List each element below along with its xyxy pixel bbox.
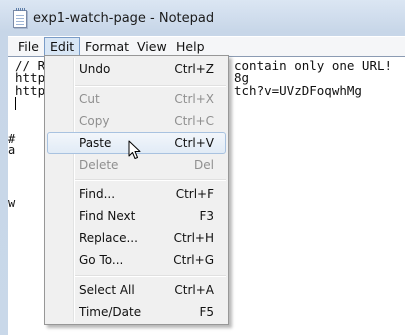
menu-item-label: Undo xyxy=(79,62,111,76)
menu-separator xyxy=(75,275,226,277)
menu-item-shortcut: F5 xyxy=(199,305,214,319)
menu-item-shortcut: Ctrl+H xyxy=(173,231,214,245)
text-line-3-prefix: http xyxy=(15,83,46,98)
menu-item-label: Cut xyxy=(79,92,100,106)
menu-item-shortcut: Ctrl+F xyxy=(175,187,214,201)
menu-item-shortcut: F3 xyxy=(199,209,214,223)
notepad-icon[interactable] xyxy=(13,8,27,28)
menu-item-select-all[interactable]: Select All Ctrl+A xyxy=(47,279,226,301)
menu-item-cut[interactable]: Cut Ctrl+X xyxy=(47,88,226,110)
text-caret xyxy=(15,97,16,110)
menu-separator xyxy=(75,179,226,181)
menu-view[interactable]: View xyxy=(131,37,173,57)
menu-item-label: Find... xyxy=(79,187,116,201)
edit-menu-dropdown: Undo Ctrl+Z Cut Ctrl+X Copy Ctrl+C Paste… xyxy=(44,55,229,325)
menu-item-shortcut: Ctrl+G xyxy=(173,253,214,267)
title-bar[interactable]: exp1-watch-page - Notepad xyxy=(0,0,405,36)
arrow-cursor-icon xyxy=(128,140,141,159)
menu-item-shortcut: Ctrl+X xyxy=(174,92,214,106)
menu-item-label: Find Next xyxy=(79,209,136,223)
menu-edit[interactable]: Edit xyxy=(44,37,81,57)
window-title: exp1-watch-page - Notepad xyxy=(33,11,215,26)
menu-item-copy[interactable]: Copy Ctrl+C xyxy=(47,110,226,132)
menu-item-label: Go To... xyxy=(79,253,124,267)
text-line-1-suffix: contain only one URL! xyxy=(234,58,393,73)
menu-file[interactable]: File xyxy=(12,37,45,57)
menu-item-shortcut: Del xyxy=(194,158,214,172)
text-fragment: a xyxy=(8,143,16,157)
menu-item-go-to[interactable]: Go To... Ctrl+G xyxy=(47,249,226,271)
menu-item-shortcut: Ctrl+C xyxy=(174,114,214,128)
text-fragment: w xyxy=(8,196,16,210)
menu-item-label: Time/Date xyxy=(79,305,142,319)
menu-item-label: Delete xyxy=(79,158,119,172)
menu-item-time-date[interactable]: Time/Date F5 xyxy=(47,301,226,323)
menu-item-label: Copy xyxy=(79,114,110,128)
menu-item-find-next[interactable]: Find Next F3 xyxy=(47,205,226,227)
menu-help[interactable]: Help xyxy=(170,37,211,57)
menu-item-label: Replace... xyxy=(79,231,138,245)
menu-bar: File Edit Format View Help xyxy=(8,36,405,57)
menu-item-shortcut: Ctrl+Z xyxy=(174,62,214,76)
menu-format[interactable]: Format xyxy=(79,37,135,57)
menu-item-replace[interactable]: Replace... Ctrl+H xyxy=(47,227,226,249)
menu-item-shortcut: Ctrl+A xyxy=(174,283,214,297)
menu-separator xyxy=(75,85,226,87)
menu-item-find[interactable]: Find... Ctrl+F xyxy=(47,183,226,205)
menu-item-label: Paste xyxy=(79,136,112,150)
menu-item-label: Select All xyxy=(79,283,135,297)
menu-item-undo[interactable]: Undo Ctrl+Z xyxy=(47,58,226,80)
text-line-3-suffix: tch?v=UVzDFoqwhMg xyxy=(234,83,362,98)
menu-item-shortcut: Ctrl+V xyxy=(174,136,214,150)
